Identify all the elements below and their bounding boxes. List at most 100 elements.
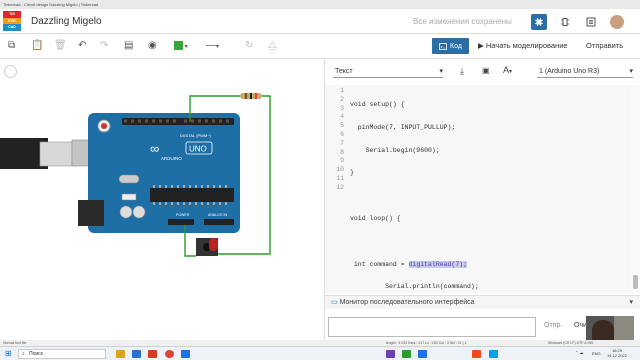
serial-monitor-title: Монитор последовательного интерфейса (339, 299, 475, 306)
infinity-logo: ∞ (150, 141, 159, 156)
code-line: void setup() { (350, 101, 405, 108)
clock-date: 14.12.2022 (606, 353, 628, 358)
wire-type-button[interactable]: —▾ (206, 39, 219, 54)
windows-start-icon[interactable]: ⊞ (5, 349, 12, 358)
chevron-down-icon: ▾ (629, 68, 633, 75)
teams-icon[interactable] (418, 350, 427, 358)
circuit-canvas[interactable]: DIGITAL (PWM~) ∞ ARDUINO UNO POWER ANALO… (0, 59, 324, 346)
download-icon[interactable]: ⤓ (460, 66, 464, 77)
mode-select[interactable]: Текст ▾ (333, 65, 443, 78)
serial-input-field[interactable] (328, 317, 536, 337)
taskbar-search[interactable]: ⌕ Поиск (18, 349, 106, 359)
tray-icons[interactable]: ⌃ ☁ (575, 350, 583, 355)
code-editor[interactable]: void setup() { pinMode(7, INPUT_PULLUP);… (347, 85, 631, 359)
code-line: } (350, 169, 354, 177)
tinkercad-logo[interactable]: TIN KER CAD (3, 11, 21, 31)
code-line: Serial.println(command); (350, 283, 479, 291)
code-line: Serial.begin(9600); (350, 146, 440, 154)
reset-button-cap (101, 123, 107, 129)
capacitor-2 (132, 205, 146, 219)
list-view-button[interactable] (583, 14, 599, 30)
chevron-down-icon[interactable]: ▾ (629, 296, 633, 310)
search-placeholder: Поиск (29, 351, 43, 357)
code-line: pinMode(7, INPUT_PULLUP); (350, 123, 456, 131)
circuit-view-button[interactable] (531, 14, 547, 30)
brand-text: ARDUINO (161, 156, 182, 161)
line-number: 11 (336, 174, 344, 182)
line-number: 5 (340, 122, 344, 130)
start-simulation-button[interactable]: ▶ Начать моделирование (478, 41, 568, 50)
line-number: 9 (340, 157, 344, 165)
app3-icon[interactable] (489, 350, 498, 358)
app-header: TIN KER CAD Dazzling Migelo Все изменени… (0, 9, 640, 34)
power-header (168, 219, 194, 225)
explorer-icon[interactable] (116, 350, 125, 358)
code-panel: Текст ▾ ⤓ ▣ A▾ 1 (Arduino Uno R3) ▾ 1 2 3 … (324, 59, 640, 360)
chip-icon (535, 18, 543, 26)
zoom-fit-icon[interactable] (4, 65, 17, 78)
line-number: 3 (340, 104, 344, 112)
windows-taskbar: ⊞ ⌕ Поиск ⌃ ☁ ENG 16:29 14.12.2022 (0, 346, 640, 360)
analog-header (204, 219, 234, 225)
redo-icon[interactable]: ↷ (100, 39, 108, 53)
simulate-label: Начать моделирование (485, 41, 568, 50)
notepad-icon[interactable] (402, 350, 411, 358)
flip-icon[interactable]: ⧋ (268, 39, 277, 53)
analog-label: ANALOG IN (208, 213, 228, 217)
list-icon (586, 17, 596, 27)
power-label: POWER (176, 213, 190, 217)
window-title: Tinkercad - Circuit design Dazzling Mige… (0, 0, 640, 9)
language-indicator[interactable]: ENG (592, 351, 601, 356)
app2-icon[interactable] (472, 350, 481, 358)
power-jack (78, 200, 104, 226)
code-scrollbar[interactable] (631, 85, 640, 293)
save-status: Все изменения сохранены (413, 17, 512, 26)
avatar (610, 15, 624, 29)
code-text: int command = (350, 260, 409, 268)
send-button[interactable]: Отправить (586, 41, 623, 50)
play-icon: ▶ (478, 41, 486, 50)
logo-row-3: CAD (3, 24, 21, 31)
upload-icon[interactable]: ▣ (482, 66, 490, 75)
rotate-icon[interactable]: ↻ (245, 39, 253, 53)
code-button-label: Код (450, 42, 462, 50)
code-icon (439, 42, 447, 50)
line-number: 6 (340, 130, 344, 138)
store-icon[interactable] (132, 350, 141, 358)
device-select[interactable]: 1 (Arduino Uno R3) ▾ (537, 65, 633, 78)
delete-icon[interactable]: 🗑 (54, 39, 67, 53)
office-icon[interactable] (148, 350, 157, 358)
serial-monitor-header[interactable]: ▭ Монитор последовательного интерфейса ▾ (325, 295, 640, 309)
line-number: 1 (340, 87, 344, 94)
chrome-icon[interactable] (165, 350, 174, 358)
green-swatch (174, 40, 183, 50)
clock[interactable]: 16:29 14.12.2022 (604, 348, 630, 358)
monitor-icon: ▭ (331, 299, 340, 306)
model-text: UNO (189, 145, 207, 154)
code-line: void loop() { (350, 214, 401, 222)
schematic-view-button[interactable] (557, 14, 573, 30)
digital-label: DIGITAL (PWM~) (180, 133, 212, 138)
paste-icon[interactable]: 📋 (31, 39, 43, 53)
design-title[interactable]: Dazzling Migelo (31, 16, 102, 27)
serial-send-button[interactable]: Отпр. (544, 322, 562, 329)
notes-visibility-icon[interactable]: ◉ (148, 39, 157, 53)
scrollbar-thumb[interactable] (633, 275, 638, 289)
app-icon[interactable] (181, 350, 190, 358)
wire-color-button[interactable]: ▾ (174, 39, 188, 54)
line-number: 12 (336, 183, 344, 191)
component-icon (561, 18, 569, 26)
undo-icon[interactable]: ↶ (78, 39, 86, 53)
search-icon: ⌕ (22, 351, 25, 357)
font-size-icon[interactable]: A▾ (503, 65, 512, 75)
user-avatar[interactable] (607, 14, 627, 30)
code-button[interactable]: Код (432, 38, 469, 54)
logo-row-1: TIN (3, 11, 21, 18)
atmega-chip (150, 188, 234, 202)
note-icon[interactable]: ▤ (124, 39, 133, 53)
regulator (121, 193, 137, 201)
chevron-down-icon: ▾ (439, 68, 443, 75)
copy-icon[interactable]: ⧉ (8, 39, 15, 53)
line-number: 4 (340, 113, 344, 121)
obs-icon[interactable] (386, 350, 395, 358)
